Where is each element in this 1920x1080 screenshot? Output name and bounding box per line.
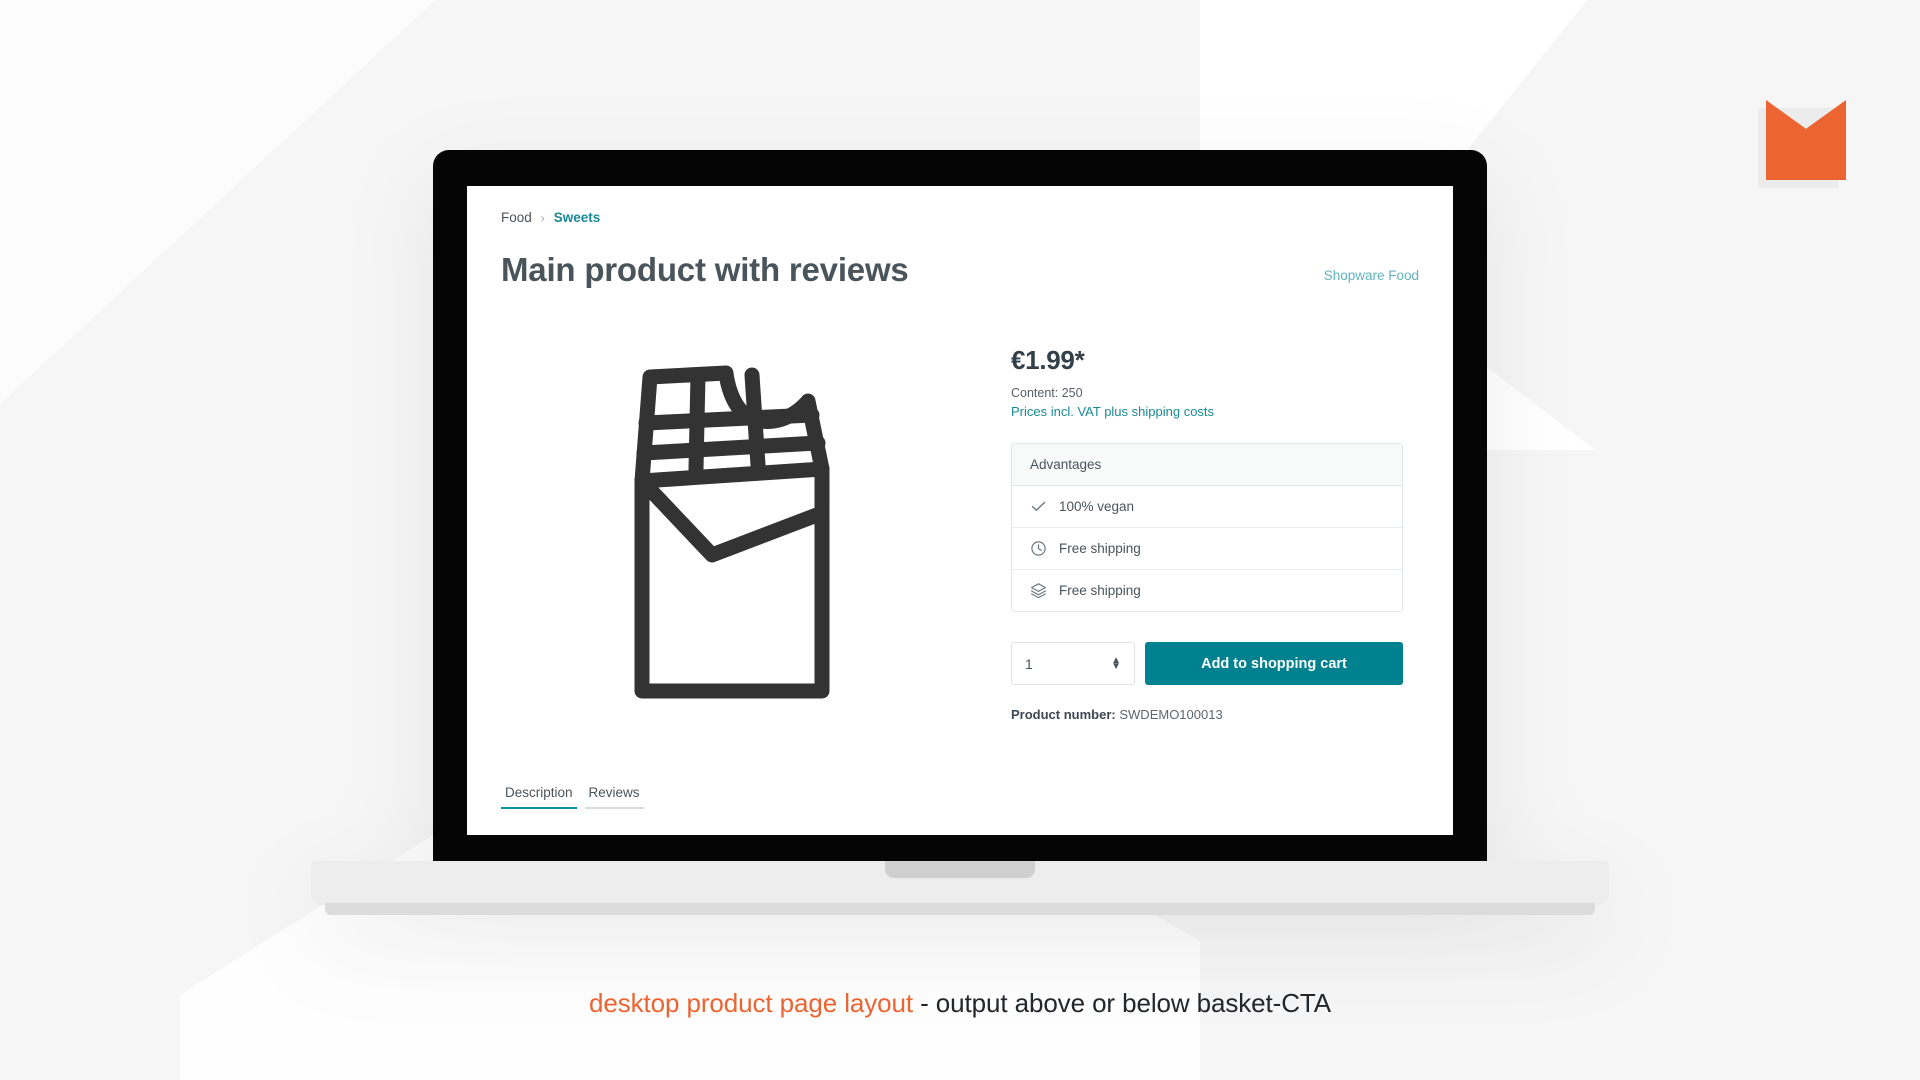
- advantage-row: Free shipping: [1012, 528, 1402, 570]
- slide-canvas: Food › Sweets Main product with reviews …: [0, 0, 1920, 1080]
- advantage-row: 100% vegan: [1012, 486, 1402, 528]
- advantages-header: Advantages: [1012, 444, 1402, 486]
- product-gallery[interactable]: [501, 331, 971, 785]
- chevron-right-icon: ›: [540, 210, 545, 225]
- title-row: Main product with reviews Shopware Food: [501, 251, 1419, 289]
- package-icon: [1030, 582, 1047, 599]
- product-number: Product number: SWDEMO100013: [1011, 707, 1403, 722]
- advantage-label: Free shipping: [1059, 541, 1141, 556]
- product-number-value: SWDEMO100013: [1119, 707, 1223, 722]
- product-tabs: Description Reviews: [501, 785, 1419, 835]
- tax-shipping-note[interactable]: Prices incl. VAT plus shipping costs: [1011, 404, 1403, 419]
- quantity-stepper[interactable]: 1 ▲ ▼: [1011, 642, 1135, 685]
- buy-box: €1.99* Content: 250 Prices incl. VAT plu…: [1011, 331, 1403, 785]
- laptop-base: [311, 861, 1609, 905]
- laptop-screen: Food › Sweets Main product with reviews …: [467, 186, 1453, 835]
- breadcrumb: Food › Sweets: [501, 210, 1419, 225]
- product-number-label: Product number:: [1011, 707, 1116, 722]
- brand-link[interactable]: Shopware Food: [1324, 268, 1419, 289]
- cart-actions: 1 ▲ ▼ Add to shopping cart: [1011, 642, 1403, 685]
- product-price: €1.99*: [1011, 345, 1085, 375]
- breadcrumb-item-sweets[interactable]: Sweets: [554, 210, 601, 225]
- page-title: Main product with reviews: [501, 251, 909, 288]
- product-detail-page: Food › Sweets Main product with reviews …: [467, 186, 1453, 835]
- check-icon: [1030, 498, 1047, 515]
- breadcrumb-item-food[interactable]: Food: [501, 210, 532, 225]
- slide-caption: desktop product page layout - output abo…: [0, 988, 1920, 1019]
- advantage-label: 100% vegan: [1059, 499, 1135, 514]
- advantages-box: Advantages 100% vegan Free shipping Free…: [1011, 443, 1403, 612]
- background-wedge-top-left: [0, 0, 500, 460]
- caption-rest-text: - output above or below basket-CTA: [912, 988, 1331, 1018]
- advantage-row: Free shipping: [1012, 570, 1402, 611]
- arrow-down-icon[interactable]: ▼: [1111, 662, 1121, 671]
- add-to-cart-button[interactable]: Add to shopping cart: [1145, 642, 1403, 685]
- caption-accent-text: desktop product page layout: [589, 988, 913, 1018]
- chocolate-bar-icon: [634, 365, 830, 699]
- clock-icon: [1030, 540, 1047, 557]
- product-content: Content: 250: [1011, 386, 1083, 400]
- quantity-value: 1: [1025, 655, 1033, 672]
- tab-reviews[interactable]: Reviews: [584, 785, 644, 809]
- laptop-mockup: Food › Sweets Main product with reviews …: [311, 150, 1609, 915]
- up-down-arrows-icon[interactable]: ▲ ▼: [1111, 655, 1121, 671]
- laptop-lid: Food › Sweets Main product with reviews …: [433, 150, 1487, 865]
- product-body: €1.99* Content: 250 Prices incl. VAT plu…: [501, 331, 1419, 785]
- laptop-foot: [325, 903, 1595, 915]
- tab-description[interactable]: Description: [501, 785, 577, 809]
- advantage-label: Free shipping: [1059, 583, 1141, 598]
- brand-logo: [1758, 100, 1852, 188]
